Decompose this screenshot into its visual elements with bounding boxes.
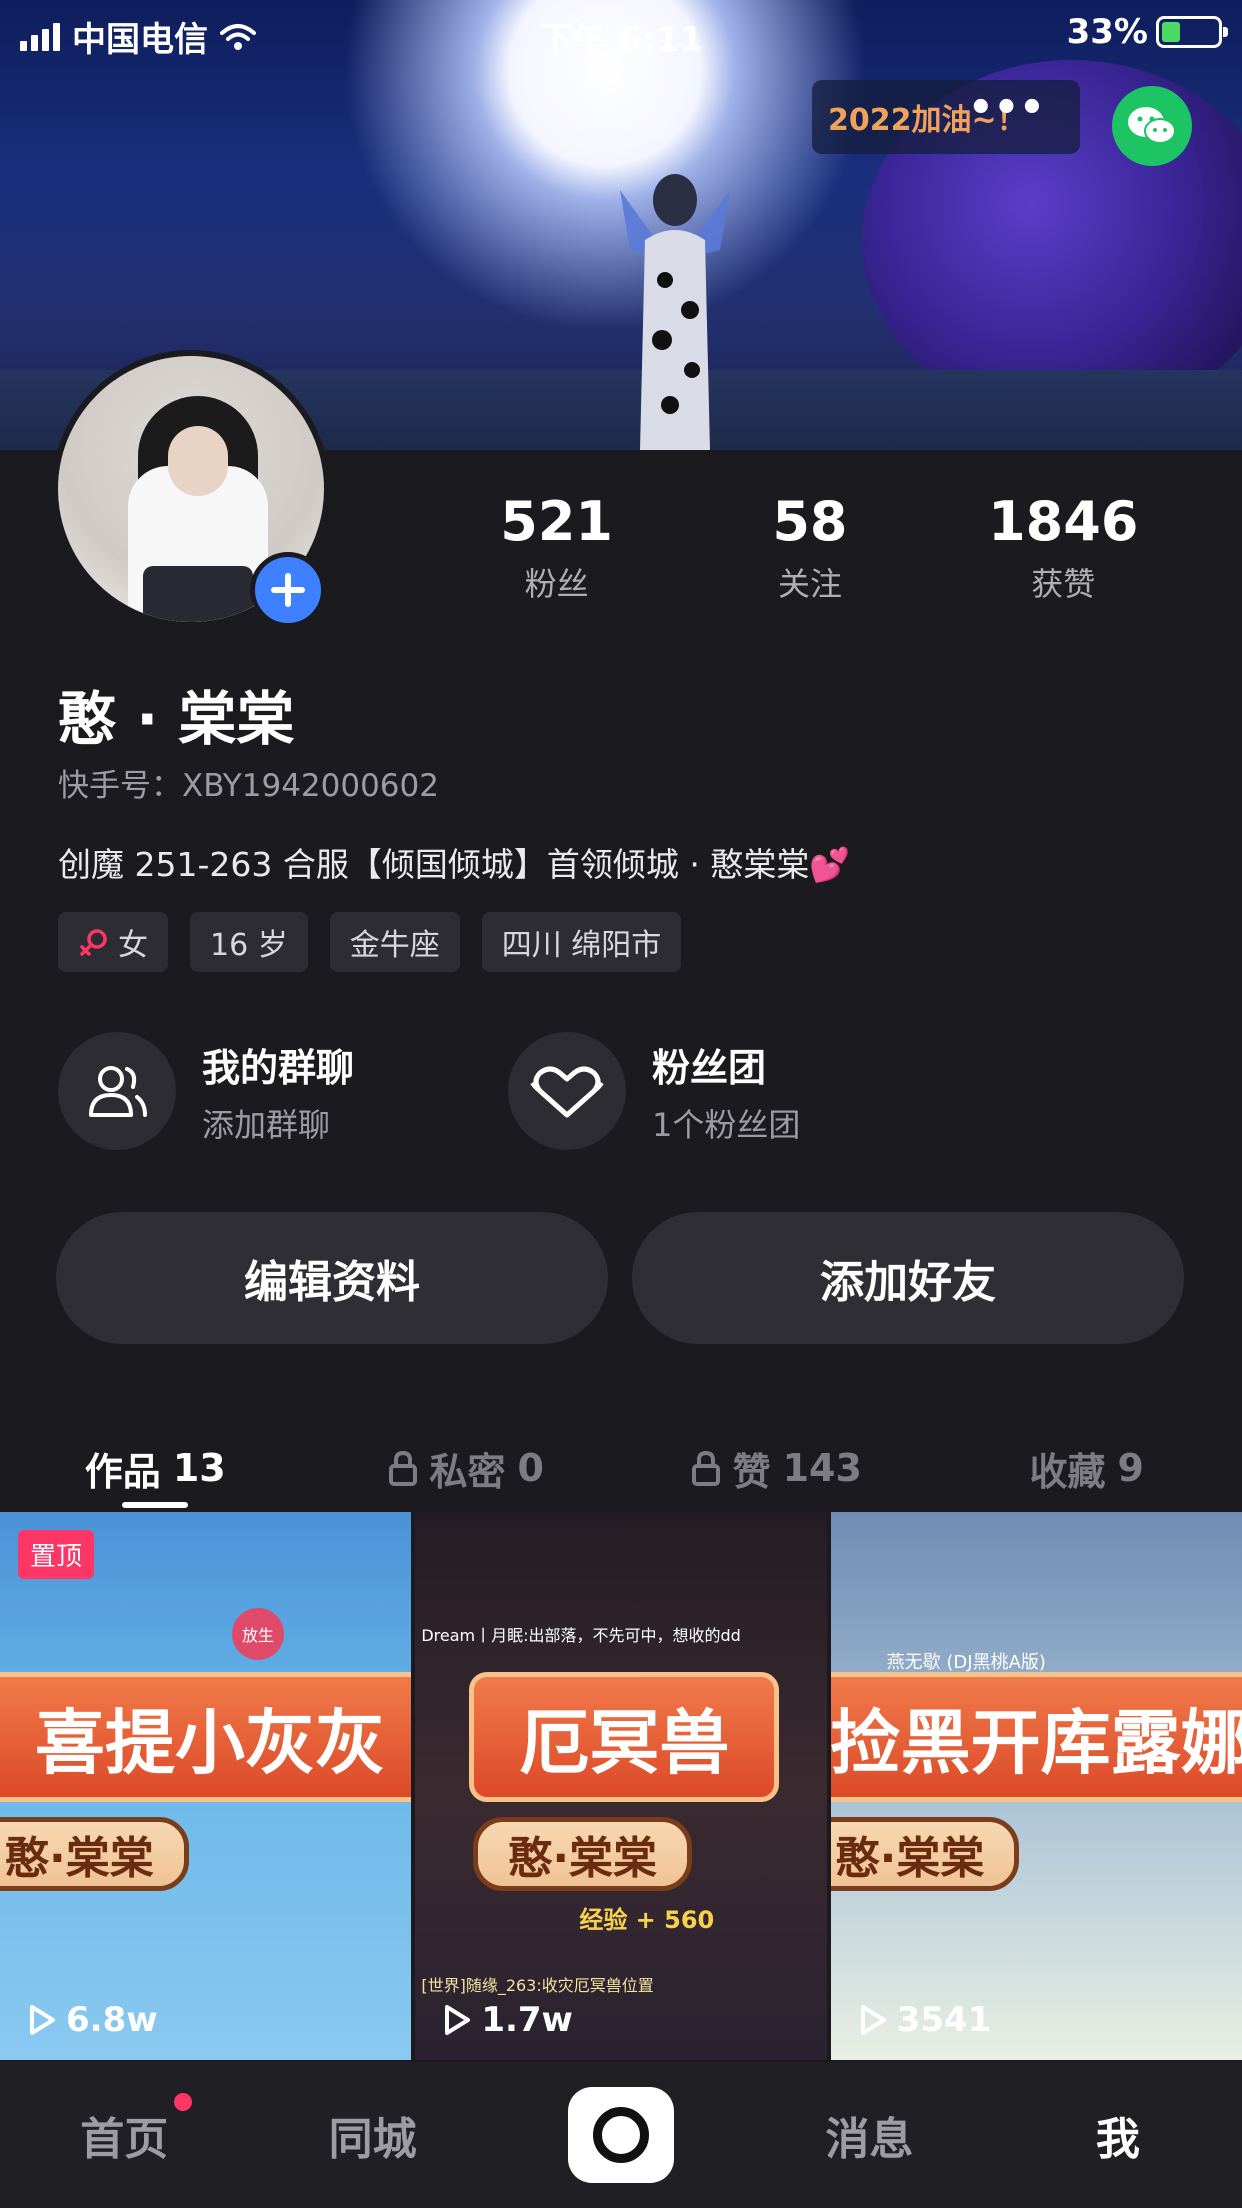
stat-likes[interactable]: 1846 获赞	[937, 490, 1190, 605]
fan-club-entry[interactable]: 粉丝团 1个粉丝团	[508, 1032, 800, 1150]
video-title-banner: 捡黑开库露娜	[830, 1672, 1242, 1802]
edit-profile-button[interactable]: 编辑资料	[56, 1212, 608, 1344]
tag-zodiac: 金牛座	[329, 912, 460, 972]
video-card[interactable]: Dream丨月眠:出部落，不先可中，想收的dd 厄冥兽 憨·棠棠 经验 + 56…	[415, 1512, 827, 2060]
video-caption: 燕无歇 (DJ黑桃A版)	[886, 1652, 1046, 1673]
more-icon: •••	[968, 85, 1045, 131]
kuaishou-id[interactable]: 快手号：XBY1942000602	[58, 760, 439, 805]
group-chat-entry[interactable]: 我的群聊 添加群聊	[58, 1032, 354, 1150]
group-icon	[89, 1066, 147, 1117]
tab-private[interactable]: 私密 0	[311, 1420, 622, 1516]
video-title-banner: 厄冥兽	[469, 1672, 780, 1802]
profile-tags: 女 16 岁 金牛座 四川 绵阳市	[58, 912, 682, 972]
tab-label: 收藏	[1029, 1449, 1106, 1494]
content-tabs: 作品 13 私密 0 赞 143 收藏 9	[0, 1420, 1242, 1516]
tab-count: 143	[782, 1446, 862, 1490]
wechat-icon	[1128, 107, 1176, 144]
tab-favorites[interactable]: 收藏 9	[932, 1420, 1242, 1516]
pinned-badge: 置顶	[18, 1530, 95, 1579]
lock-icon	[388, 1450, 417, 1486]
notification-dot	[174, 2093, 193, 2111]
avatar-face	[168, 426, 228, 496]
video-author-plate: 憨·棠棠	[0, 1817, 189, 1891]
tab-count: 13	[172, 1446, 226, 1490]
banner-character	[620, 174, 730, 450]
video-card[interactable]: 燕无歇 (DJ黑桃A版) 捡黑开库露娜 憨·棠棠 3541	[830, 1512, 1242, 2060]
stat-value: 1846	[988, 490, 1139, 553]
play-count: 1.7w	[443, 2000, 573, 2040]
video-author-plate: 憨·棠棠	[473, 1817, 693, 1891]
stat-label: 粉丝	[524, 565, 589, 603]
video-exp-text: 经验 + 560	[579, 1906, 715, 1934]
group-chat-title: 我的群聊	[202, 1045, 355, 1090]
nav-home[interactable]: 首页	[0, 2093, 248, 2167]
nav-camera[interactable]	[497, 2087, 745, 2183]
tab-label: 作品	[84, 1449, 161, 1494]
plus-icon	[271, 573, 305, 607]
video-grid: 置顶 放生 喜提小灰灰 憨·棠棠 6.8w Dream丨月眠:出部落，不先可中，…	[0, 1512, 1242, 2060]
play-icon	[445, 2005, 471, 2035]
video-caption: 放生	[232, 1608, 284, 1660]
video-author-plate: 憨·棠棠	[830, 1817, 1020, 1891]
stat-followers[interactable]: 521 粉丝	[430, 490, 683, 605]
play-count: 3541	[859, 2000, 992, 2040]
heart-icon	[530, 1066, 604, 1118]
tag-age: 16 岁	[190, 912, 308, 972]
stat-following[interactable]: 58 关注	[683, 490, 936, 605]
nav-local[interactable]: 同城	[248, 2103, 496, 2167]
status-time: 下午 6:11	[538, 20, 704, 60]
tab-label: 赞	[732, 1449, 771, 1494]
battery-icon	[1156, 16, 1228, 48]
tab-liked[interactable]: 赞 143	[621, 1420, 932, 1516]
tag-location: 四川 绵阳市	[481, 912, 682, 972]
group-chat-icon-wrap	[58, 1032, 176, 1150]
stat-label: 获赞	[1031, 565, 1096, 603]
video-caption: Dream丨月眠:出部落，不先可中，想收的dd	[421, 1626, 741, 1645]
play-count-value: 1.7w	[481, 2000, 573, 2040]
status-bar: 中国电信 下午 6:11 33%	[0, 0, 1242, 66]
female-icon	[80, 929, 107, 956]
tag-gender: 女	[58, 912, 168, 972]
tab-count: 0	[517, 1446, 544, 1490]
play-count-value: 6.8w	[66, 2000, 158, 2040]
more-options-button[interactable]: •••	[968, 88, 1045, 148]
tab-works[interactable]: 作品 13	[0, 1420, 311, 1516]
add-friend-button[interactable]: 添加好友	[632, 1212, 1184, 1344]
play-icon	[30, 2005, 55, 2035]
tab-label: 私密	[429, 1449, 506, 1494]
fan-club-icon-wrap	[508, 1032, 626, 1150]
profile-stats: 521 粉丝 58 关注 1846 获赞	[430, 490, 1190, 605]
video-card[interactable]: 置顶 放生 喜提小灰灰 憨·棠棠 6.8w	[0, 1512, 412, 2060]
add-avatar-button[interactable]	[250, 552, 326, 628]
camera-icon	[593, 2107, 650, 2163]
stat-value: 58	[772, 490, 848, 553]
profile-bio: 创魔 251-263 合服【倾国倾城】首领倾城 · 憨棠棠💕	[58, 845, 851, 884]
video-world-text: [世界]随缘_263:收灾厄冥兽位置	[421, 1976, 654, 1995]
play-count: 6.8w	[28, 2000, 158, 2040]
tab-count: 9	[1117, 1446, 1144, 1490]
stat-label: 关注	[777, 565, 842, 603]
avatar-skirt	[143, 566, 253, 622]
stat-value: 521	[500, 490, 614, 553]
tag-gender-label: 女	[118, 928, 148, 963]
fan-club-title: 粉丝团	[652, 1045, 767, 1090]
camera-button[interactable]	[568, 2087, 675, 2183]
video-title-banner: 喜提小灰灰	[0, 1672, 412, 1802]
status-right: 33%	[1066, 12, 1228, 52]
lock-icon	[691, 1450, 720, 1486]
bottom-nav: 首页 同城 消息 我	[0, 2062, 1242, 2208]
nav-home-label: 首页	[80, 2114, 169, 2165]
fan-club-subtitle: 1个粉丝团	[652, 1105, 801, 1144]
play-icon	[860, 2005, 886, 2035]
wechat-share-button[interactable]	[1112, 86, 1192, 166]
profile-name: 憨 · 棠棠	[58, 685, 295, 753]
play-count-value: 3541	[896, 2000, 992, 2040]
nav-messages[interactable]: 消息	[745, 2103, 993, 2167]
battery-percent: 33%	[1066, 12, 1148, 52]
nav-me[interactable]: 我	[994, 2103, 1242, 2167]
group-chat-subtitle: 添加群聊	[202, 1105, 331, 1144]
